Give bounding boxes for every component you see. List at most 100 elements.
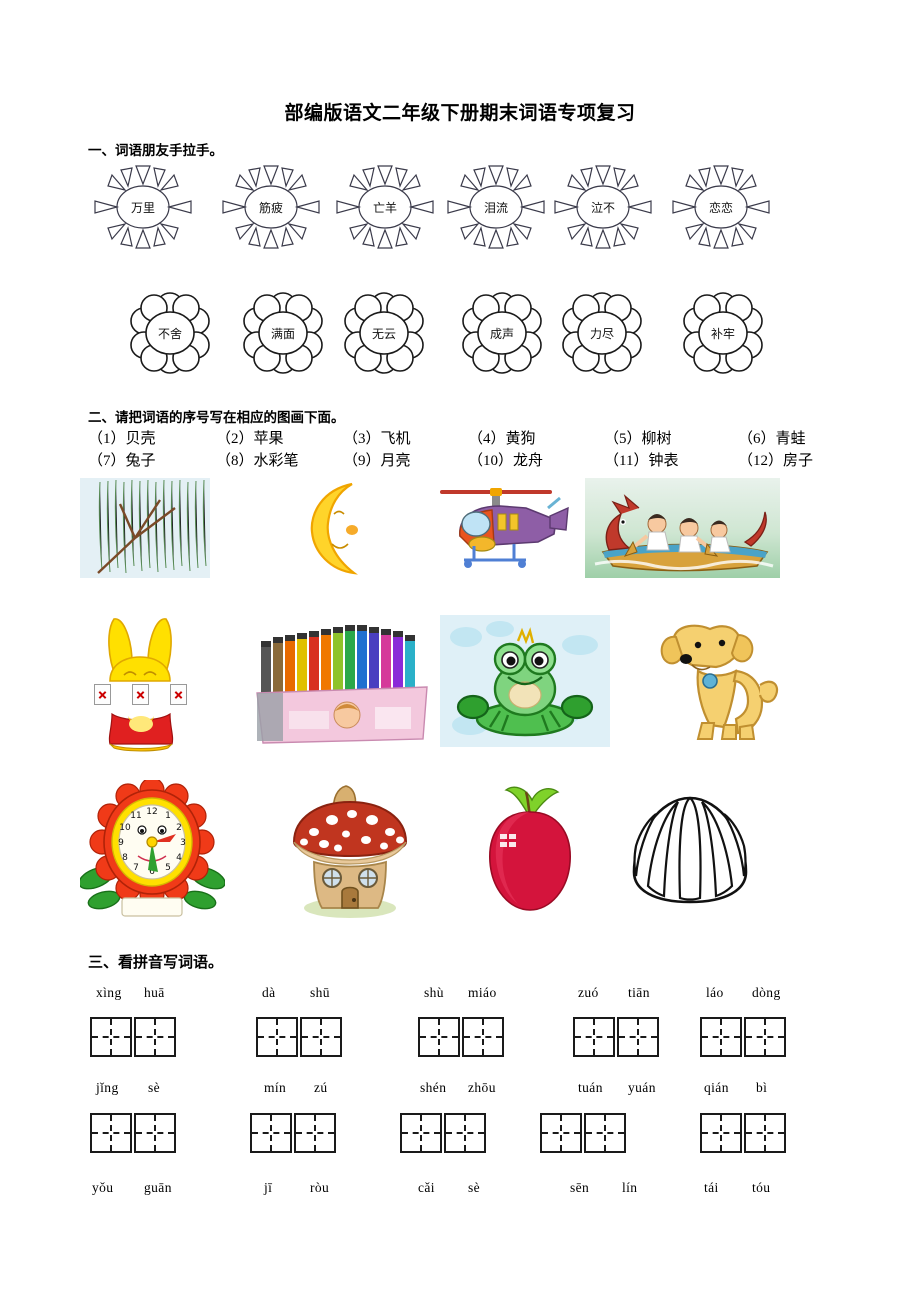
section-three-heading: 三、看拼音写词语。 bbox=[88, 953, 224, 971]
flower-word-text: 不舍 bbox=[158, 326, 182, 341]
yellow-dog-picture bbox=[640, 615, 790, 747]
tianzige-box[interactable] bbox=[418, 1017, 460, 1057]
tianzige-box[interactable] bbox=[573, 1017, 615, 1057]
pinyin-label: ròu bbox=[310, 1180, 330, 1195]
dragon-boat-icon bbox=[585, 478, 780, 578]
word-option: （12）房子 bbox=[738, 453, 814, 469]
pinyin-label: yǒu bbox=[92, 1180, 114, 1195]
tianzige-pair[interactable] bbox=[700, 1113, 786, 1153]
tianzige-box[interactable] bbox=[90, 1017, 132, 1057]
sun-icon: 亡羊 bbox=[336, 165, 434, 249]
word-option-row-2: （7）兔子 （8）水彩笔 （9）月亮 （10）龙舟 （11）钟表 （12）房子 bbox=[88, 449, 888, 471]
tianzige-box[interactable] bbox=[584, 1113, 626, 1153]
sun-word-text: 恋恋 bbox=[709, 200, 733, 215]
clock-number: 2 bbox=[176, 823, 182, 833]
flower-icon: 不舍 bbox=[130, 292, 210, 374]
flower-word-text: 力尽 bbox=[590, 327, 614, 341]
tianzige-pair[interactable] bbox=[540, 1113, 626, 1153]
tianzige-box[interactable] bbox=[444, 1113, 486, 1153]
pinyin-label: mín bbox=[264, 1080, 287, 1095]
pinyin-label: láo bbox=[706, 985, 724, 1000]
flower-shape-1: 不舍 bbox=[120, 288, 220, 378]
pinyin-label: zuó bbox=[578, 985, 599, 1000]
sun-word-row: 万里 筋疲 亡羊 泪流 泣不 恋恋 bbox=[88, 160, 878, 260]
flower-icon: 力尽 bbox=[562, 292, 642, 374]
section-one-heading: 一、词语朋友手拉手。 bbox=[88, 143, 223, 159]
tianzige-box[interactable] bbox=[134, 1113, 176, 1153]
rabbit-body-icon bbox=[108, 712, 174, 752]
word-option: （7）兔子 bbox=[88, 453, 156, 469]
word-option: （5）柳树 bbox=[604, 431, 672, 447]
flower-word-text: 成声 bbox=[490, 327, 514, 341]
tianzige-pair[interactable] bbox=[256, 1017, 342, 1057]
pinyin-label: jǐng bbox=[96, 1080, 119, 1095]
seashell-icon bbox=[632, 796, 748, 904]
sun-word-text: 泣不 bbox=[591, 200, 615, 215]
pinyin-label: dòng bbox=[752, 985, 781, 1000]
tianzige-box[interactable] bbox=[617, 1017, 659, 1057]
clock-number: 9 bbox=[118, 838, 124, 848]
picture-row-1 bbox=[80, 478, 880, 583]
tianzige-box[interactable] bbox=[700, 1113, 742, 1153]
section-two-heading: 二、请把词语的序号写在相应的图画下面。 bbox=[88, 410, 345, 426]
yellow-dog-icon bbox=[660, 624, 779, 740]
clock-number: 5 bbox=[165, 863, 171, 873]
pinyin-label: xìng bbox=[96, 985, 122, 1000]
sun-word-text: 筋疲 bbox=[259, 200, 283, 215]
tianzige-pair[interactable] bbox=[400, 1113, 486, 1153]
sun-shape-1: 万里 bbox=[88, 160, 198, 255]
frog-picture bbox=[440, 615, 610, 747]
tianzige-box[interactable] bbox=[462, 1017, 504, 1057]
tianzige-box[interactable] bbox=[294, 1113, 336, 1153]
sun-icon: 筋疲 bbox=[222, 165, 320, 249]
tianzige-box[interactable] bbox=[744, 1113, 786, 1153]
pinyin-label: lín bbox=[622, 1180, 638, 1195]
tianzige-pair[interactable] bbox=[250, 1113, 336, 1153]
tianzige-box[interactable] bbox=[250, 1113, 292, 1153]
picture-row-3: 12 1 2 3 4 5 6 7 8 9 10 11 bbox=[78, 777, 880, 925]
tianzige-pair[interactable] bbox=[700, 1017, 786, 1057]
tianzige-pair[interactable] bbox=[90, 1017, 176, 1057]
pinyin-label: shén bbox=[420, 1080, 447, 1095]
pinyin-label: sè bbox=[468, 1180, 481, 1195]
flower-word-text: 补牢 bbox=[711, 326, 735, 341]
tianzige-box[interactable] bbox=[134, 1017, 176, 1057]
flower-icon: 满面 bbox=[243, 292, 323, 374]
sun-icon: 泣不 bbox=[554, 165, 652, 249]
tianzige-box[interactable] bbox=[400, 1113, 442, 1153]
pinyin-label: tái bbox=[704, 1180, 719, 1195]
flower-clock-picture: 12 1 2 3 4 5 6 7 8 9 10 11 bbox=[78, 777, 226, 920]
color-markers-picture bbox=[255, 615, 435, 747]
broken-image-icon bbox=[132, 684, 149, 705]
red-apple-picture bbox=[470, 780, 590, 920]
word-option-row-1: （1）贝壳 （2）苹果 （3）飞机 （4）黄狗 （5）柳树 （6）青蛙 bbox=[88, 427, 888, 449]
tianzige-box[interactable] bbox=[540, 1113, 582, 1153]
sun-shape-5: 泣不 bbox=[548, 160, 658, 255]
frog-icon bbox=[440, 615, 610, 747]
sun-shape-6: 恋恋 bbox=[666, 160, 776, 255]
tianzige-box[interactable] bbox=[300, 1017, 342, 1057]
pinyin-label: jī bbox=[264, 1180, 273, 1195]
pinyin-label: shū bbox=[310, 985, 330, 1000]
tianzige-pair[interactable] bbox=[573, 1017, 659, 1057]
flower-shape-3: 无云 bbox=[334, 288, 434, 378]
pinyin-label: bì bbox=[756, 1080, 768, 1095]
sun-shape-3: 亡羊 bbox=[330, 160, 440, 255]
clock-number: 10 bbox=[119, 823, 131, 833]
tianzige-pair[interactable] bbox=[418, 1017, 504, 1057]
broken-image-icon bbox=[170, 684, 187, 705]
tianzige-box[interactable] bbox=[744, 1017, 786, 1057]
pinyin-label: tiān bbox=[628, 985, 650, 1000]
worksheet-page: 部编版语文二年级下册期末词语专项复习 一、词语朋友手拉手。 万里 筋疲 亡羊 泪… bbox=[0, 0, 920, 1302]
flower-icon: 成声 bbox=[462, 292, 542, 374]
tianzige-box[interactable] bbox=[700, 1017, 742, 1057]
word-option: （8）水彩笔 bbox=[216, 453, 299, 469]
flower-shape-6: 补牢 bbox=[673, 288, 773, 378]
pinyin-label: sè bbox=[148, 1080, 161, 1095]
red-apple-icon bbox=[489, 786, 571, 911]
tianzige-box[interactable] bbox=[256, 1017, 298, 1057]
broken-image-icon bbox=[94, 684, 111, 705]
broken-image-group bbox=[94, 684, 210, 705]
tianzige-pair[interactable] bbox=[88, 1128, 130, 1168]
word-option: （6）青蛙 bbox=[738, 431, 806, 447]
